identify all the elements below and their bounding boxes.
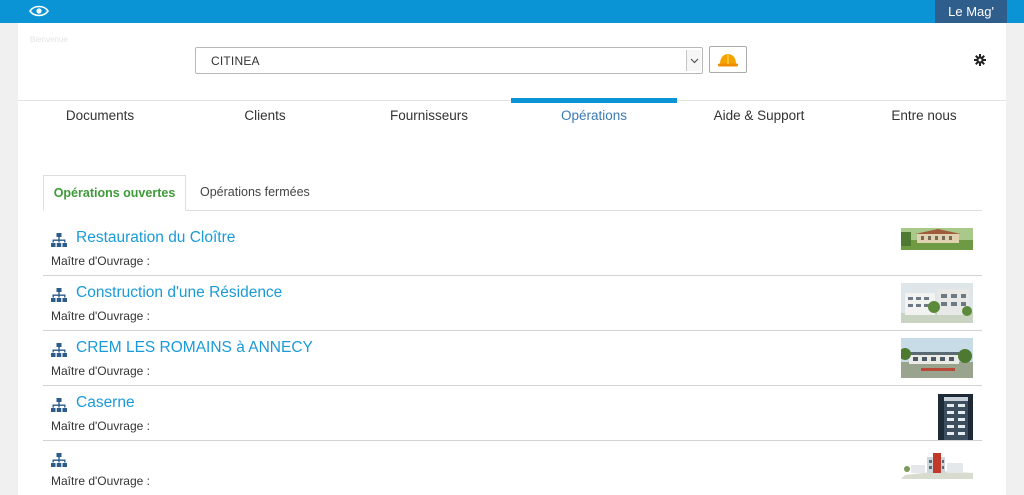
operation-title[interactable]: CREM LES ROMAINS à ANNECY xyxy=(76,339,313,357)
hard-hat-icon xyxy=(718,53,738,66)
operation-thumbnail[interactable] xyxy=(901,283,973,323)
maitre-ouvrage-label: Maître d'Ouvrage : xyxy=(51,419,150,433)
operations-list: Restauration du Cloître Maître d'Ouvrage… xyxy=(43,221,982,495)
org-chart-icon xyxy=(51,343,67,357)
top-bar: Le Mag' xyxy=(0,0,1024,23)
maitre-ouvrage-label: Maître d'Ouvrage : xyxy=(51,254,150,268)
operation-thumbnail[interactable] xyxy=(938,394,973,440)
worksite-button[interactable] xyxy=(709,46,747,73)
faint-header-text: Bienvenue xyxy=(30,35,68,44)
maitre-ouvrage-label: Maître d'Ouvrage : xyxy=(51,309,150,323)
main-nav: Documents Clients Fournisseurs Opération… xyxy=(18,108,1006,126)
nav-documents[interactable]: Documents xyxy=(20,108,180,123)
tab-operations-fermees[interactable]: Opérations fermées xyxy=(200,175,310,211)
org-chart-icon xyxy=(51,398,67,412)
nav-aide-support[interactable]: Aide & Support xyxy=(679,108,839,123)
org-chart-icon xyxy=(51,453,67,467)
nav-entre-nous[interactable]: Entre nous xyxy=(844,108,1004,123)
operation-title[interactable]: Restauration du Cloître xyxy=(76,229,235,247)
operation-thumbnail[interactable] xyxy=(901,228,973,250)
gear-icon[interactable] xyxy=(974,54,986,66)
main-panel: Bienvenue CITINEA Documents Clients Four… xyxy=(18,23,1006,495)
project-select[interactable]: CITINEA xyxy=(195,47,703,74)
nav-active-indicator xyxy=(511,98,677,103)
tab-operations-ouvertes[interactable]: Opérations ouvertes xyxy=(43,175,186,211)
operations-tabs: Opérations ouvertes Opérations fermées xyxy=(43,175,982,211)
operation-row[interactable]: Caserne Maître d'Ouvrage : xyxy=(43,386,982,441)
operation-title[interactable]: Caserne xyxy=(76,394,135,412)
maitre-ouvrage-label: Maître d'Ouvrage : xyxy=(51,364,150,378)
operation-title[interactable]: Construction d'une Résidence xyxy=(76,284,282,302)
le-mag-link[interactable]: Le Mag' xyxy=(935,0,1007,23)
eye-icon[interactable] xyxy=(29,4,49,18)
org-chart-icon xyxy=(51,233,67,247)
nav-fournisseurs[interactable]: Fournisseurs xyxy=(349,108,509,123)
operation-row[interactable]: CREM LES ROMAINS à ANNECY Maître d'Ouvra… xyxy=(43,331,982,386)
maitre-ouvrage-label: Maître d'Ouvrage : xyxy=(51,474,150,488)
operation-thumbnail[interactable] xyxy=(901,449,973,479)
nav-operations[interactable]: Opérations xyxy=(514,108,674,123)
nav-clients[interactable]: Clients xyxy=(185,108,345,123)
operation-row[interactable]: Construction d'une Résidence Maître d'Ou… xyxy=(43,276,982,331)
project-select-value: CITINEA xyxy=(211,54,260,68)
operation-row[interactable]: Restauration du Cloître Maître d'Ouvrage… xyxy=(43,221,982,276)
operation-thumbnail[interactable] xyxy=(901,338,973,378)
chevron-down-icon[interactable] xyxy=(686,50,701,71)
org-chart-icon xyxy=(51,288,67,302)
operation-row[interactable]: Maître d'Ouvrage : xyxy=(43,441,982,495)
